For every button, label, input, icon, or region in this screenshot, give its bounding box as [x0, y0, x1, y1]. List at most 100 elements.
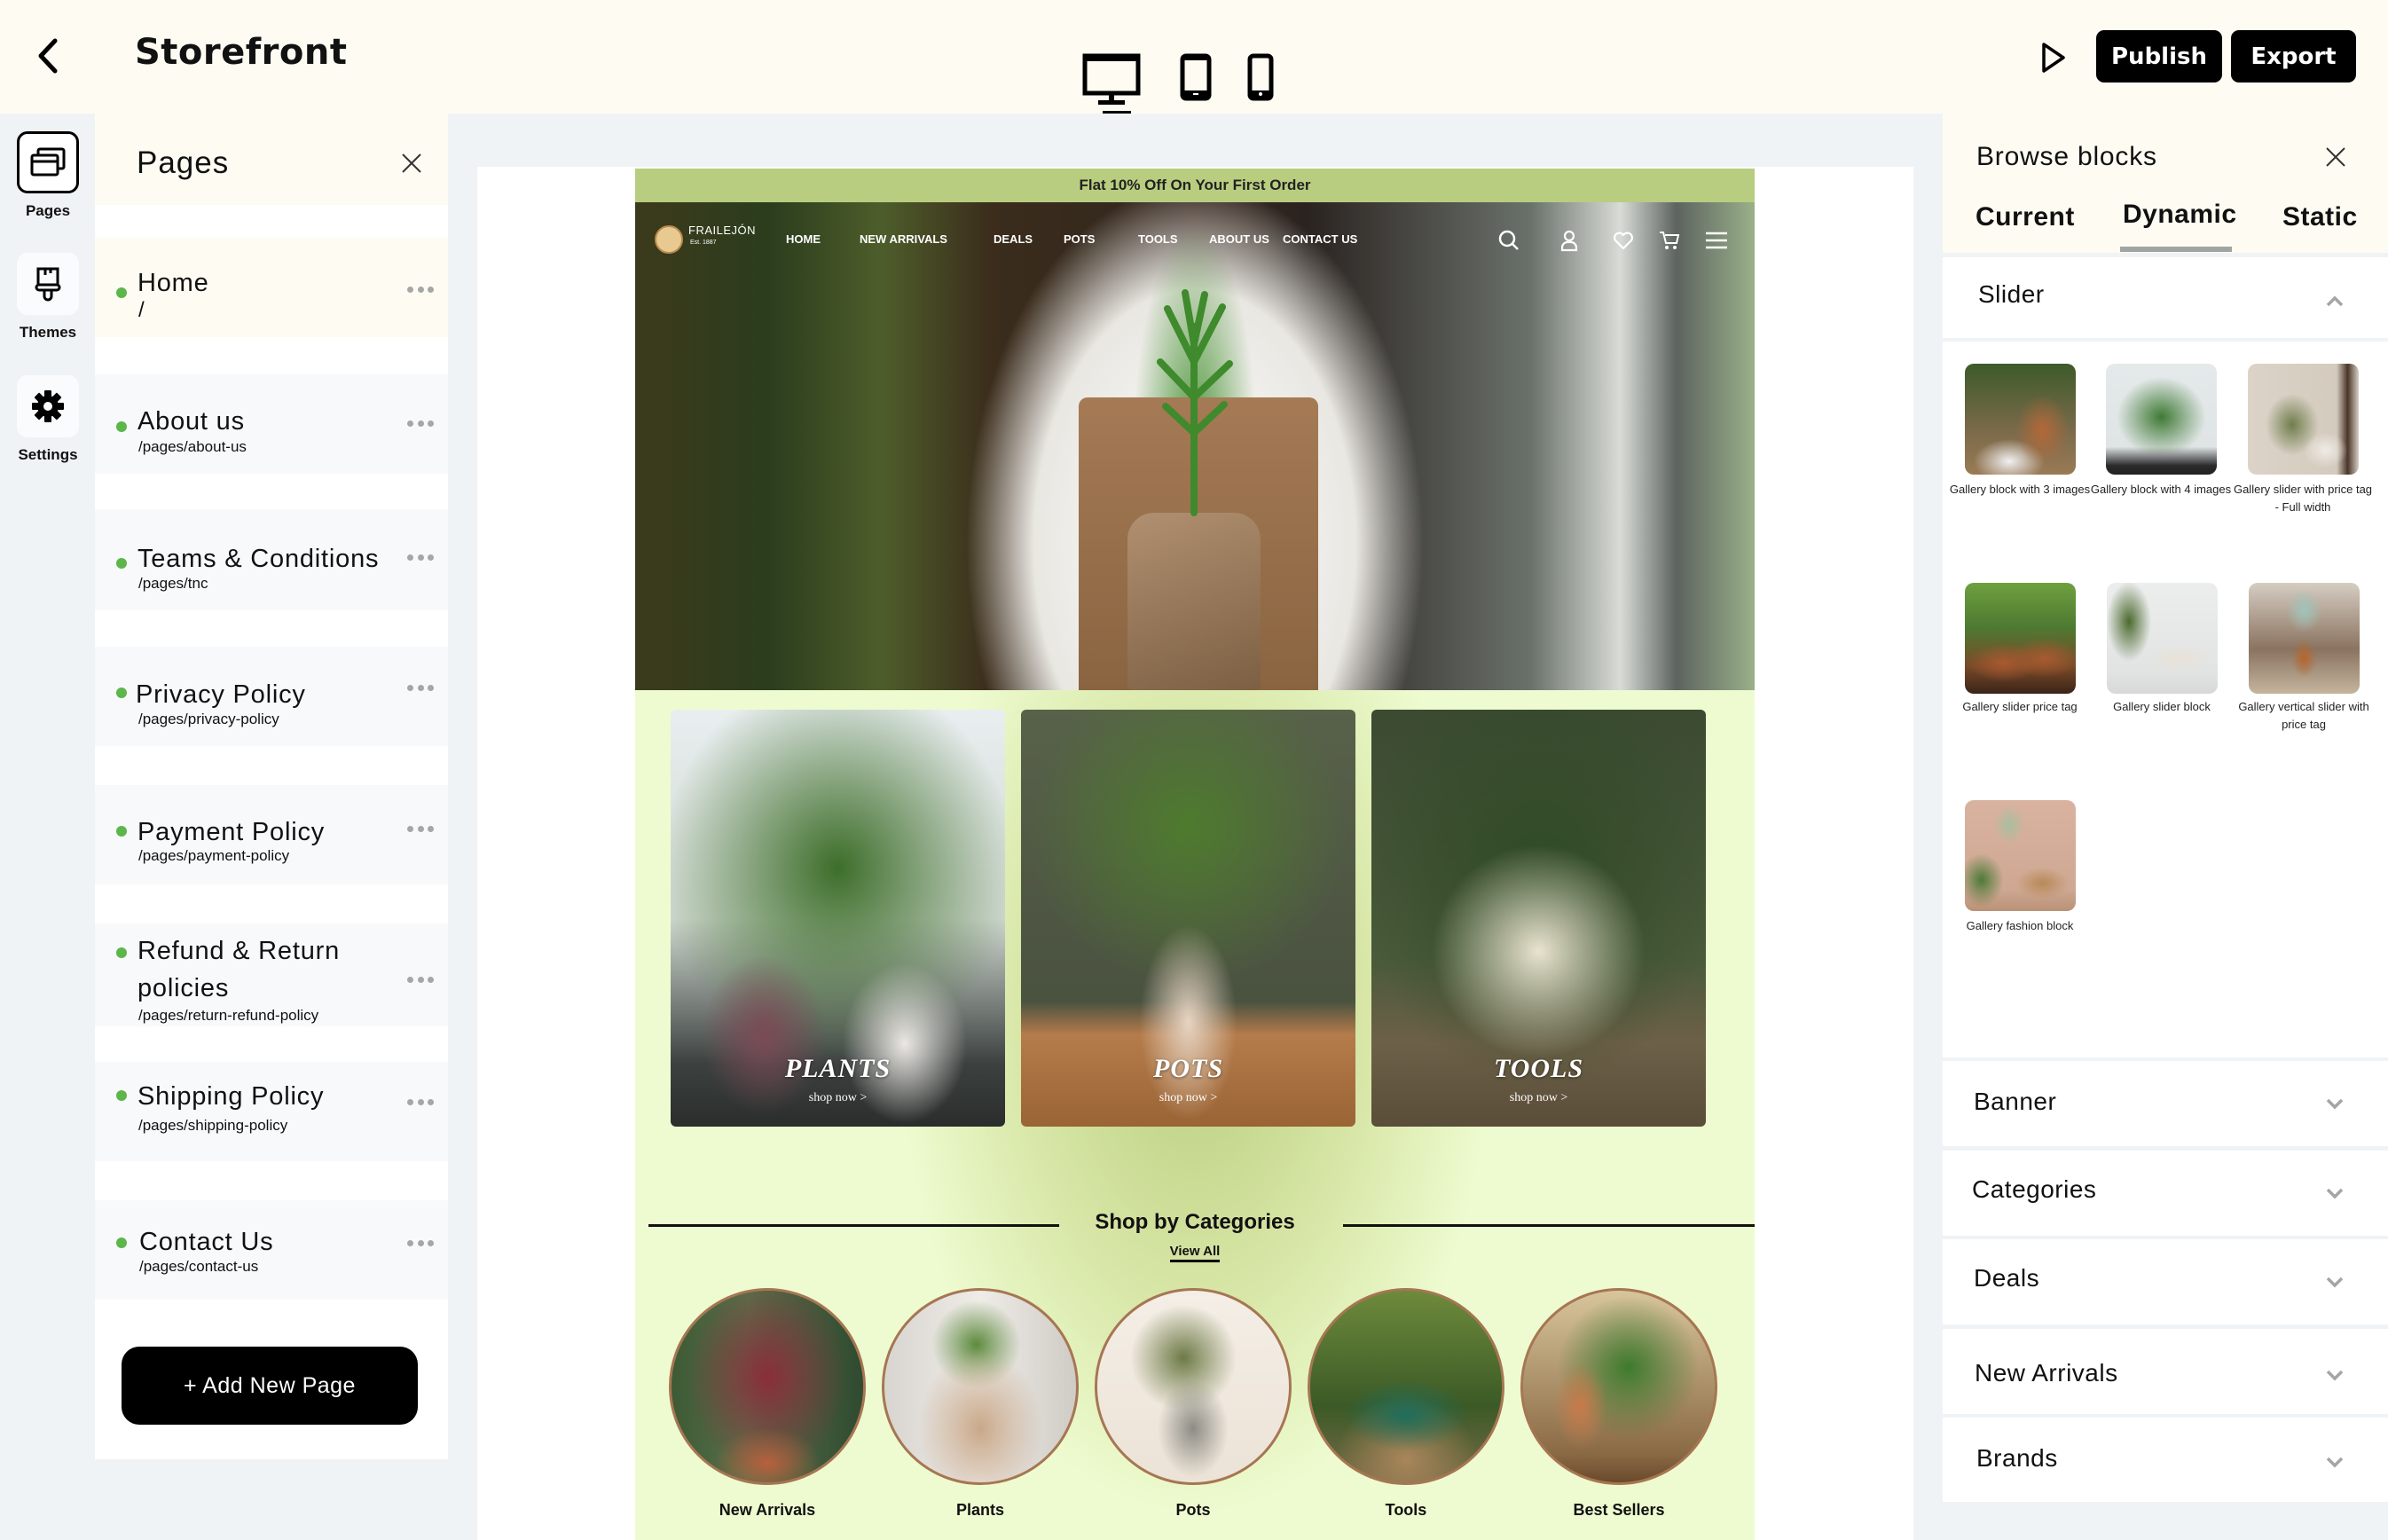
page-more-button[interactable]	[407, 1099, 434, 1108]
store-search-button[interactable]	[1497, 229, 1520, 252]
tab-current[interactable]: Current	[1976, 202, 2075, 232]
store-nav-home[interactable]: HOME	[786, 232, 821, 246]
page-more-button[interactable]	[407, 685, 434, 694]
accordion-header-banner[interactable]: Banner	[1943, 1061, 2388, 1146]
page-item-contact-us[interactable]: Contact Us /pages/contact-us	[95, 1200, 448, 1300]
page-name: Teams & Conditions	[137, 545, 380, 573]
page-name: Privacy Policy	[136, 680, 306, 709]
category-circle-plants[interactable]	[882, 1288, 1079, 1485]
category-card-cta[interactable]: shop now >	[1021, 1091, 1355, 1105]
page-item-shipping-policy[interactable]: Shipping Policy /pages/shipping-policy	[95, 1062, 448, 1161]
chevron-down-icon	[2326, 1277, 2344, 1288]
accordion-title: Brands	[1976, 1444, 2058, 1472]
block-thumbnail[interactable]	[2107, 583, 2218, 694]
page-more-button[interactable]	[407, 554, 434, 563]
category-card-plants[interactable]: PLANTS shop now >	[671, 710, 1005, 1127]
page-item-about-us[interactable]: About us /pages/about-us	[95, 374, 448, 474]
page-status-dot	[116, 558, 127, 569]
page-more-button[interactable]	[407, 1240, 434, 1249]
store-wishlist-button[interactable]	[1612, 229, 1635, 252]
more-dots-icon	[407, 977, 413, 983]
view-all-link[interactable]: View All	[635, 1244, 1755, 1262]
page-item-refund-return[interactable]: Refund & Return policies /pages/return-r…	[95, 923, 448, 1026]
view-all-label[interactable]: View All	[1169, 1244, 1221, 1262]
more-dots-icon	[407, 685, 413, 691]
storefront-preview[interactable]: Flat 10% Off On Your First Order FRAILEJ…	[635, 169, 1755, 1540]
device-mobile-button[interactable]	[1247, 53, 1274, 101]
store-nav-pots[interactable]: POTS	[1064, 232, 1095, 246]
export-button[interactable]: Export	[2231, 30, 2356, 82]
hero-banner[interactable]	[635, 202, 1755, 690]
more-dot	[428, 420, 434, 427]
block-thumbnail[interactable]	[1965, 583, 2076, 694]
pages-icon	[30, 147, 66, 177]
accordion-header-brands[interactable]: Brands	[1943, 1418, 2388, 1502]
page-path: /	[138, 298, 145, 322]
paintbrush-icon	[35, 267, 61, 302]
store-cart-button[interactable]	[1658, 229, 1681, 252]
block-thumbnail[interactable]	[1965, 800, 2076, 911]
accordion-header-deals[interactable]: Deals	[1943, 1239, 2388, 1324]
block-thumbnail[interactable]	[2106, 364, 2217, 475]
page-more-button[interactable]	[407, 420, 434, 429]
browse-blocks-close-button[interactable]	[2326, 147, 2345, 167]
preview-button[interactable]	[2040, 41, 2067, 75]
page-name: About us	[137, 407, 245, 436]
accordion-header-new-arrivals[interactable]: New Arrivals	[1943, 1329, 2388, 1414]
rail-item-settings[interactable]: Settings	[16, 375, 80, 464]
add-new-page-button[interactable]: + Add New Page	[122, 1347, 418, 1425]
pages-close-button[interactable]	[401, 153, 422, 174]
rail-item-themes[interactable]: Themes	[16, 253, 80, 342]
rail-icon-box	[17, 131, 79, 193]
block-thumbnail[interactable]	[1965, 364, 2076, 475]
page-more-button[interactable]	[407, 826, 434, 835]
store-brand: FRAILEJÓN	[688, 224, 757, 237]
tab-static[interactable]: Static	[2282, 202, 2358, 232]
block-thumbnail-label: Gallery slider price tag	[1962, 700, 2078, 713]
accordion-header-slider[interactable]: Slider	[1943, 257, 2388, 342]
category-card-tools[interactable]: TOOLS shop now >	[1371, 710, 1706, 1127]
more-dot	[417, 1240, 424, 1246]
category-circle-pots[interactable]	[1095, 1288, 1292, 1485]
page-item-home[interactable]: Home /	[95, 238, 448, 337]
rail-item-pages[interactable]: Pages	[16, 131, 80, 220]
more-dot	[417, 826, 424, 832]
page-name: Payment Policy	[137, 818, 326, 846]
device-tablet-button[interactable]	[1180, 53, 1212, 101]
store-nav-tools[interactable]: TOOLS	[1138, 232, 1178, 246]
page-status-dot	[116, 1090, 127, 1101]
store-nav-deals[interactable]: DEALS	[994, 232, 1033, 246]
category-circle-tools[interactable]	[1308, 1288, 1504, 1485]
page-path: /pages/shipping-policy	[138, 1117, 288, 1134]
publish-button[interactable]: Publish	[2096, 30, 2222, 82]
page-more-button[interactable]	[407, 287, 434, 295]
block-thumbnail-label: Gallery fashion block	[1966, 919, 2074, 932]
more-dots-icon	[407, 420, 413, 427]
store-account-button[interactable]	[1558, 229, 1581, 252]
page-item-payment-policy[interactable]: Payment Policy /pages/payment-policy	[95, 785, 448, 884]
rail-label: Themes	[19, 324, 77, 341]
store-menu-button[interactable]	[1704, 229, 1727, 252]
block-thumbnail[interactable]	[2248, 364, 2359, 475]
category-card-cta[interactable]: shop now >	[1371, 1091, 1706, 1105]
more-dots-icon	[407, 554, 413, 561]
store-nav-new-arrivals[interactable]: NEW ARRIVALS	[860, 232, 947, 246]
category-card-cta[interactable]: shop now >	[671, 1091, 1005, 1105]
back-button[interactable]	[34, 35, 64, 76]
category-circle-best-sellers[interactable]	[1520, 1288, 1717, 1485]
close-icon	[402, 153, 421, 173]
category-circle-new-arrivals[interactable]	[669, 1288, 866, 1485]
device-desktop-button[interactable]	[1082, 53, 1141, 112]
tab-dynamic[interactable]: Dynamic	[2123, 200, 2237, 230]
block-thumbnail-label: Gallery vertical slider with price tag	[2238, 700, 2369, 731]
block-thumbnail[interactable]	[2249, 583, 2360, 694]
accordion-title: New Arrivals	[1975, 1359, 2118, 1387]
page-item-tnc[interactable]: Teams & Conditions /pages/tnc	[95, 509, 448, 610]
page-more-button[interactable]	[407, 977, 434, 986]
accordion-header-categories[interactable]: Categories	[1943, 1151, 2388, 1236]
page-item-privacy-policy[interactable]: Privacy Policy /pages/privacy-policy	[95, 647, 448, 746]
store-logo[interactable]	[655, 225, 683, 254]
category-card-pots[interactable]: POTS shop now >	[1021, 710, 1355, 1127]
store-nav-contact-us[interactable]: CONTACT US	[1283, 232, 1357, 246]
store-nav-about-us[interactable]: ABOUT US	[1209, 232, 1269, 246]
